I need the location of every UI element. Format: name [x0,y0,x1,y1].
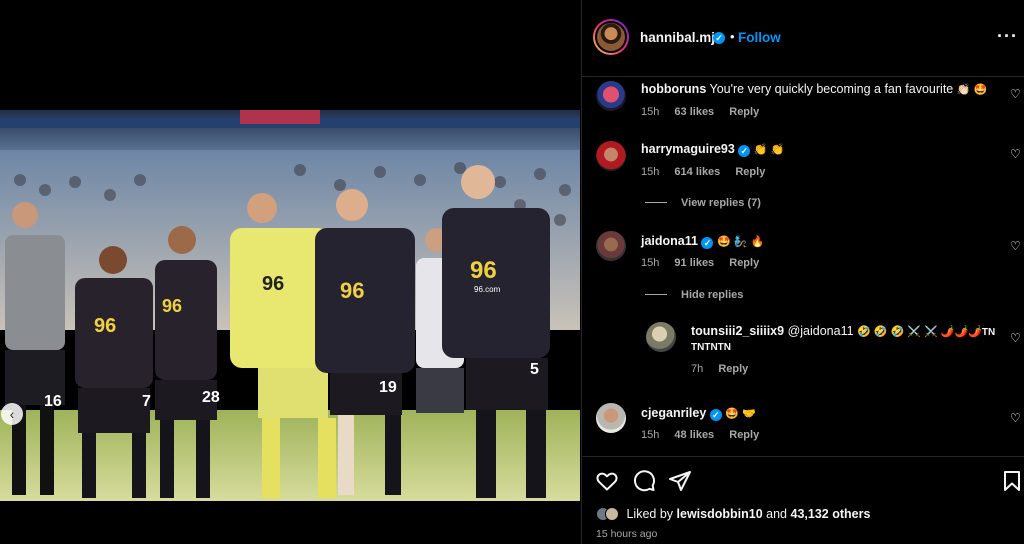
verified-badge-icon: ✓ [738,145,751,157]
heart-icon[interactable]: ♡ [1010,88,1022,100]
view-replies-label: View replies (7) [681,197,761,209]
comment-emoji: 🤣 🤣 🤣 ⚔️ ⚔️ 🌶️🌶️🌶️ [857,326,982,338]
liked-by-and: and [766,507,788,521]
more-options-icon[interactable]: ··· [997,26,1018,47]
shorts-number-1: 16 [44,393,62,410]
heart-icon[interactable] [595,469,619,493]
comment-emoji: 🤩 🤝 [725,408,756,420]
post-photo[interactable]: 96 96 96 96 96 96.com 16 7 28 19 5 ‹ [0,110,580,501]
hide-replies-button[interactable]: Hide replies [645,289,743,301]
heart-icon[interactable]: ♡ [1010,148,1022,160]
comment-tail: TN [981,327,996,338]
shirt-sponsor-gk: 96 [262,273,284,295]
heart-icon[interactable]: ♡ [1010,240,1022,252]
comment-time: 15h [641,106,660,118]
shorts-number-5: 5 [530,361,539,378]
like-count[interactable]: 43,132 others [791,507,871,521]
heart-icon[interactable]: ♡ [1010,332,1022,344]
liked-by-row: Liked by lewisdobbin10 and 43,132 others [596,507,870,521]
comment-avatar[interactable] [646,322,676,352]
author-avatar[interactable] [593,19,629,55]
comment-username[interactable]: hobboruns [641,82,706,96]
bookmark-icon[interactable] [1000,469,1024,493]
comment-likes[interactable]: 614 likes [674,166,720,178]
comment-likes[interactable]: 48 likes [674,429,714,441]
comments-list: hobboruns You're very quickly becoming a… [582,77,1024,456]
comment-time: 15h [641,257,660,269]
post-actions: Liked by lewisdobbin10 and 43,132 others… [582,456,1024,544]
reply-button[interactable]: Reply [735,166,765,178]
shirt-sponsor-url: 96.com [474,285,501,294]
comment-avatar[interactable] [596,81,626,111]
post-side-panel: hannibal.mj ✓ • Follow ··· hobboruns You… [581,0,1024,544]
comment-icon[interactable] [632,469,656,493]
comment-emoji: 👏 👏 [753,144,785,156]
shirt-sponsor-p2: 96 [94,315,116,337]
verified-badge-icon: ✓ [713,32,725,44]
comment-likes[interactable]: 63 likes [674,106,714,118]
comment-username[interactable]: jaidona11 [641,234,698,248]
comment-emoji: 🤩 🧞 🔥 [716,236,765,248]
comment-username[interactable]: tounsiii2_siiiix9 [691,324,784,338]
shorts-number-4: 19 [379,379,397,396]
hide-replies-label: Hide replies [681,289,744,301]
comment-text-cont: TNTNTN [691,342,731,353]
shirt-sponsor-p3: 96 [162,296,182,316]
comment-time: 15h [641,166,660,178]
reply-button[interactable]: Reply [729,106,759,118]
heart-icon[interactable]: ♡ [1010,412,1022,424]
shorts-number-2: 7 [142,393,151,410]
view-replies-button[interactable]: View replies (7) [645,197,761,209]
comment-text: You're very quickly becoming a fan favou… [709,82,954,96]
comment-time: 7h [691,363,704,375]
comment-emoji: 👏🏻 🤩 [956,84,988,96]
post-media: 96 96 96 96 96 96.com 16 7 28 19 5 ‹ [0,0,581,544]
comment-avatar[interactable] [596,231,626,261]
reply-button[interactable]: Reply [729,429,759,441]
reply-button[interactable]: Reply [718,363,748,375]
chevron-left-icon[interactable]: ‹ [1,403,23,425]
thread-line [645,202,667,203]
liker-avatar [605,507,619,521]
comment-avatar[interactable] [596,403,626,433]
liked-by-prefix: Liked by [626,507,674,521]
comment-likes[interactable]: 91 likes [674,257,714,269]
verified-badge-icon: ✓ [709,409,722,421]
shirt-sponsor-p5: 96 [340,278,364,303]
author-username[interactable]: hannibal.mj [640,30,715,45]
shorts-number-3: 28 [202,389,220,406]
reply-button[interactable]: Reply [729,257,759,269]
comment-mention[interactable]: @jaidona11 [788,324,854,338]
comment-username[interactable]: harrymaguire93 [641,142,735,156]
post-header: hannibal.mj ✓ • Follow ··· [582,0,1024,77]
shirt-sponsor-p6: 96 [470,257,497,284]
thread-line [645,294,667,295]
comment-username[interactable]: cjeganriley [641,406,706,420]
team-photo: 96 96 96 96 96 96.com 16 7 28 19 5 [0,110,580,501]
share-icon[interactable] [668,469,692,493]
follow-button[interactable]: Follow [738,30,781,45]
separator-dot: • [730,29,735,44]
post-timestamp[interactable]: 15 hours ago [596,528,657,540]
comment-time: 15h [641,429,660,441]
comment-avatar[interactable] [596,141,626,171]
liked-by-user[interactable]: lewisdobbin10 [677,507,763,521]
verified-badge-icon: ✓ [701,237,714,249]
